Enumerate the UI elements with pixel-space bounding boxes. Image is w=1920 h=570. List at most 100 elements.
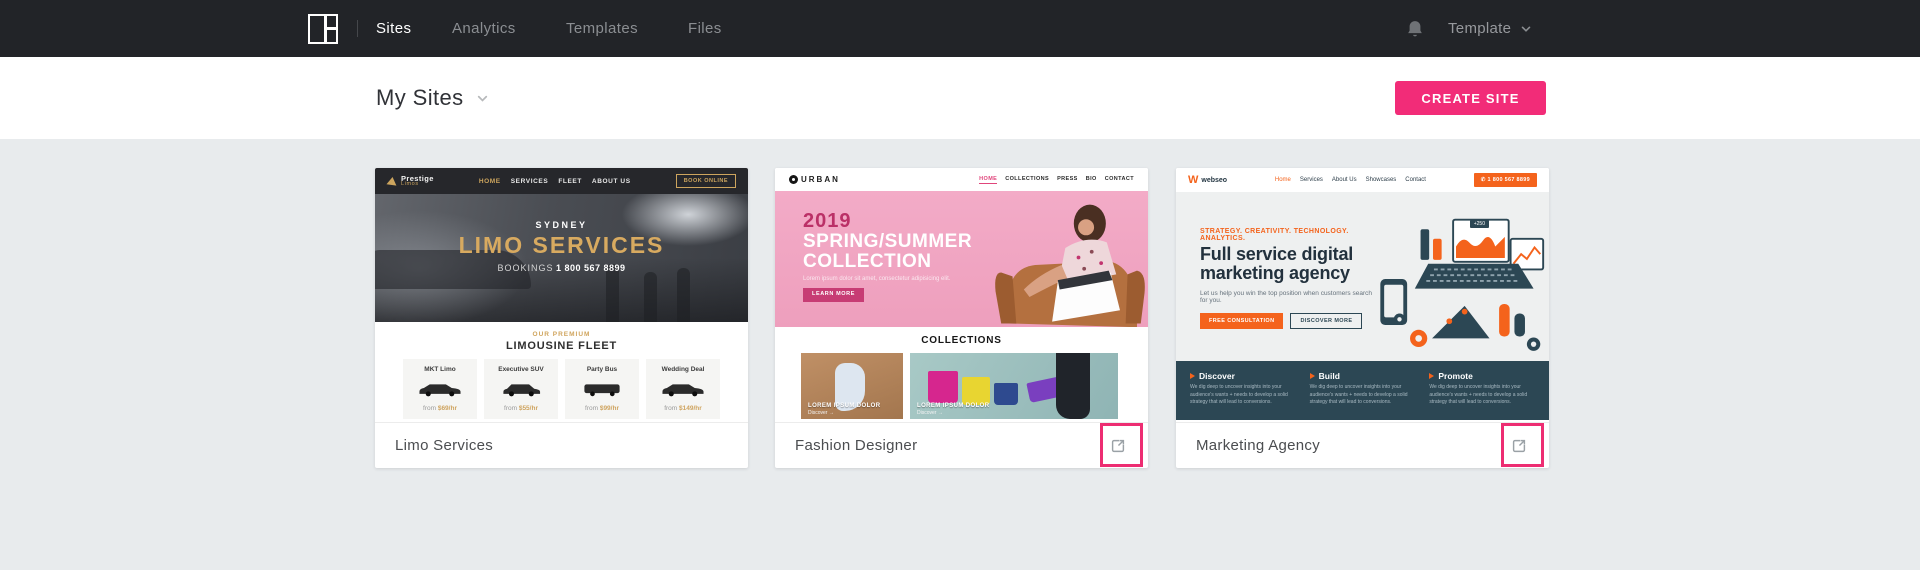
fleet-tile: MKT Limo from $69/hr: [403, 359, 477, 419]
account-label: Template: [1448, 20, 1511, 37]
preview-header: URBAN HOME COLLECTIONS PRESS BIO CONTACT: [775, 168, 1148, 191]
feature-title: Promote: [1438, 371, 1472, 381]
fleet-tile: Wedding Deal from $149/hr: [646, 359, 720, 419]
preview-header: W webseo Home Services About Us Showcase…: [1176, 168, 1549, 192]
figure-silhouette: [677, 268, 690, 322]
top-navbar: Sites Analytics Templates Files Template: [0, 0, 1920, 57]
preview-nav-item: HOME: [479, 178, 501, 185]
price-prefix: from: [585, 405, 598, 412]
nav-item-analytics[interactable]: Analytics: [452, 0, 516, 57]
preview-nav: HOME COLLECTIONS PRESS BIO CONTACT: [979, 176, 1134, 184]
site-card-marketing-agency[interactable]: W webseo Home Services About Us Showcase…: [1176, 168, 1549, 468]
fleet-name: MKT Limo: [424, 366, 455, 373]
preview-logo: Prestige Limos: [387, 175, 434, 188]
preview-collections-section: COLLECTIONS LOREM IPSUM DOLOR Discover →…: [775, 327, 1148, 422]
nav-item-files[interactable]: Files: [688, 0, 722, 57]
preview-hero-copy: STRATEGY. CREATIVITY. TECHNOLOGY. ANALYT…: [1200, 228, 1372, 329]
app-logo-icon[interactable]: [308, 14, 338, 44]
preview-phone-button: ✆ 1 800 567 8899: [1474, 173, 1537, 187]
subheader: My Sites CREATE SITE: [0, 57, 1920, 139]
external-link-highlight-annotation: [1100, 423, 1143, 467]
fleet-name: Executive SUV: [498, 366, 544, 373]
logo-divider-horizontal: [324, 27, 336, 30]
dashboard-page: Sites Analytics Templates Files Template…: [0, 0, 1920, 570]
site-name: Limo Services: [395, 437, 493, 454]
account-menu[interactable]: Template: [1448, 20, 1532, 37]
feature-column: Build We dig deep to uncover insights in…: [1310, 371, 1416, 420]
car-icon: [499, 382, 543, 397]
price: $149/hr: [679, 405, 702, 412]
site-card-footer: Marketing Agency: [1176, 422, 1549, 468]
site-thumbnail-limo-services[interactable]: Prestige Limos HOME SERVICES FLEET ABOUT…: [375, 168, 748, 422]
preview-header: Prestige Limos HOME SERVICES FLEET ABOUT…: [375, 168, 748, 194]
preview-section-kicker: OUR PREMIUM: [375, 322, 748, 338]
site-name: Marketing Agency: [1196, 437, 1320, 454]
preview-hero-title: SPRING/SUMMER: [803, 232, 972, 252]
collection-title: LOREM IPSUM DOLOR: [808, 403, 880, 409]
preview-bookings-label: BOOKINGS: [497, 263, 553, 273]
nav-item-templates[interactable]: Templates: [566, 0, 638, 57]
preview-nav-item: Contact: [1405, 177, 1426, 183]
preview-hero-year: 2019: [803, 211, 972, 232]
preview-nav-item: SERVICES: [511, 178, 549, 185]
preview-nav-item: HOME: [979, 176, 997, 184]
preview-nav-item: Home: [1275, 177, 1291, 183]
collection-tile: LOREM IPSUM DOLOR Discover →: [910, 353, 1118, 419]
chevron-down-icon: [476, 92, 489, 105]
chart-badge: +250: [1470, 220, 1489, 228]
feature-column: Discover We dig deep to uncover insights…: [1190, 371, 1296, 420]
site-card-limo-services[interactable]: Prestige Limos HOME SERVICES FLEET ABOUT…: [375, 168, 748, 468]
site-card-fashion-designer[interactable]: URBAN HOME COLLECTIONS PRESS BIO CONTACT: [775, 168, 1148, 468]
preview-cta-button: BOOK ONLINE: [676, 174, 736, 188]
price: $99/hr: [600, 405, 619, 412]
preview-hero-title: COLLECTION: [803, 252, 972, 272]
preview-logo-text: URBAN: [801, 175, 840, 184]
price: $69/hr: [438, 405, 457, 412]
phone-icon: ✆: [1481, 177, 1486, 183]
preview-nav-item: ABOUT US: [592, 178, 631, 185]
collection-link: Discover →: [808, 410, 834, 416]
price-prefix: from: [423, 405, 436, 412]
fleet-name: Party Bus: [587, 366, 617, 373]
handbag-illustration: [928, 371, 958, 403]
feature-title: Build: [1319, 371, 1340, 381]
site-thumbnail-marketing-agency[interactable]: W webseo Home Services About Us Showcase…: [1176, 168, 1549, 422]
preview-hero-title: marketing agency: [1200, 264, 1372, 283]
preview-nav-item: BIO: [1086, 176, 1097, 184]
sites-filter-dropdown[interactable]: My Sites: [376, 57, 489, 139]
isometric-marketing-illustration: [1365, 202, 1547, 358]
car-icon: [661, 382, 705, 397]
model-in-chair-illustration: [954, 199, 1148, 327]
preview-phone: 1 800 567 8899: [556, 263, 626, 273]
collection-link: Discover →: [917, 410, 943, 416]
preview-nav: Home Services About Us Showcases Contact: [1275, 177, 1426, 183]
bus-icon: [580, 382, 624, 397]
preview-nav-item: Showcases: [1366, 177, 1397, 183]
preview-logo: URBAN: [789, 175, 840, 184]
create-site-button[interactable]: CREATE SITE: [1395, 81, 1546, 115]
site-thumbnail-fashion-designer[interactable]: URBAN HOME COLLECTIONS PRESS BIO CONTACT: [775, 168, 1148, 422]
crown-icon: [386, 176, 397, 185]
car-icon: [418, 382, 462, 397]
external-link-highlight-annotation: [1501, 423, 1544, 467]
preview-logo-text: webseo: [1201, 177, 1227, 184]
fleet-tile: Party Bus from $99/hr: [565, 359, 639, 419]
fleet-name: Wedding Deal: [662, 366, 705, 373]
preview-cta-primary: FREE CONSULTATION: [1200, 313, 1283, 329]
preview-cta-secondary: DISCOVER MORE: [1290, 313, 1362, 329]
preview-logo: W webseo: [1188, 174, 1227, 186]
preview-hero-copy: 2019 SPRING/SUMMER COLLECTION Lorem ipsu…: [803, 211, 972, 302]
site-name: Fashion Designer: [795, 437, 917, 454]
feature-text: We dig deep to uncover insights into you…: [1310, 384, 1416, 407]
price: $55/hr: [519, 405, 538, 412]
caret-icon: [1429, 373, 1434, 379]
bell-icon[interactable]: [1406, 19, 1424, 39]
figure-silhouette: [644, 272, 657, 322]
preview-fleet-section: OUR PREMIUM LIMOUSINE FLEET MKT Limo fro…: [375, 322, 748, 422]
preview-hero-kicker: STRATEGY. CREATIVITY. TECHNOLOGY. ANALYT…: [1200, 228, 1372, 242]
page-title: My Sites: [376, 85, 464, 111]
preview-hero: +250 STRATEGY. CREATIVITY. TECHNOLOGY. A…: [1176, 192, 1549, 361]
preview-nav-item: PRESS: [1057, 176, 1078, 184]
nav-item-sites[interactable]: Sites: [376, 0, 411, 57]
navbar-right-group: Template: [1406, 0, 1532, 57]
